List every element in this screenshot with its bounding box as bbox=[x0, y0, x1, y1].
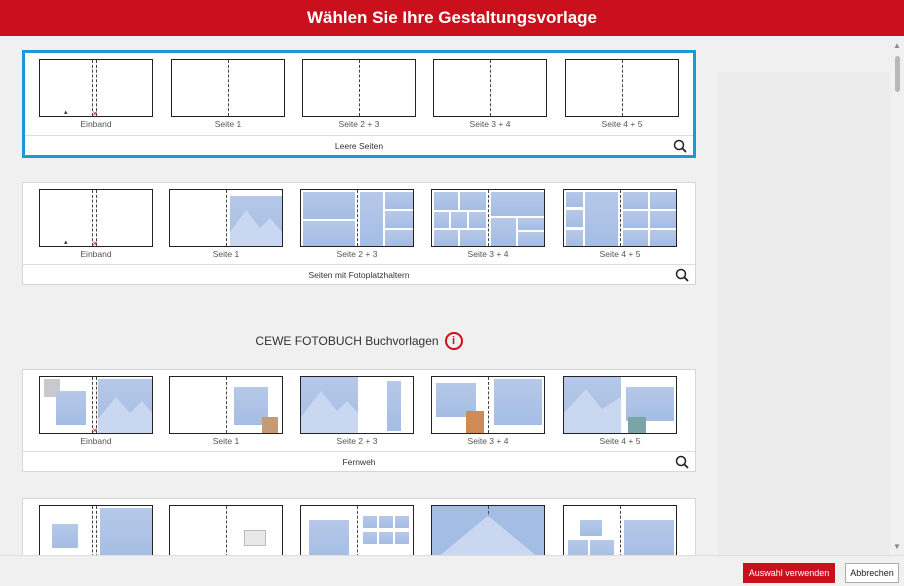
thumb-seite-2-3: Seite 2 + 3 bbox=[300, 376, 414, 446]
page-label: Seite 3 + 4 bbox=[469, 119, 511, 129]
page-label: Seite 1 bbox=[212, 249, 240, 259]
thumb-seite-4-5: Seite 4 + 5 bbox=[563, 376, 677, 446]
scroll-up-icon[interactable]: ▲ bbox=[890, 40, 904, 52]
thumb-seite-3-4: Seite 3 + 4 bbox=[431, 376, 545, 446]
scroll-down-icon[interactable]: ▼ bbox=[890, 541, 904, 553]
thumb-einband: ✕ Einband bbox=[39, 376, 153, 446]
section-title: CEWE FOTOBUCH Buchvorlagen bbox=[255, 334, 439, 348]
thumb-seite-4-5: Seite 4 + 5 bbox=[563, 189, 677, 259]
dialog-footer: Auswahl verwenden Abbrechen bbox=[0, 555, 904, 586]
side-panel bbox=[718, 72, 890, 555]
page-label: Seite 2 + 3 bbox=[336, 436, 378, 446]
section-heading: CEWE FOTOBUCH Buchvorlagen i bbox=[0, 332, 718, 350]
template-name: Leere Seiten bbox=[334, 140, 384, 151]
cancel-button[interactable]: Abbrechen bbox=[845, 563, 899, 583]
magnifier-icon[interactable] bbox=[675, 455, 689, 469]
thumb-seite-3-4: Seite 3 + 4 bbox=[431, 189, 545, 259]
page-label: Einband bbox=[80, 249, 112, 259]
template-name: Seiten mit Fotoplatzhaltern bbox=[308, 269, 410, 280]
page-label: Seite 3 + 4 bbox=[467, 249, 509, 259]
page-label: Seite 1 bbox=[212, 436, 240, 446]
info-icon[interactable]: i bbox=[444, 332, 463, 350]
thumb-seite-3-4 bbox=[431, 505, 545, 555]
template-card-fernweh[interactable]: ✕ Einband Seite 1 Seite 2 + 3 Seite 3 + … bbox=[22, 369, 696, 472]
scroll-thumb[interactable] bbox=[895, 56, 900, 92]
dialog-title: Wählen Sie Ihre Gestaltungsvorlage bbox=[0, 0, 904, 36]
page-label: Seite 2 + 3 bbox=[338, 119, 380, 129]
magnifier-icon[interactable] bbox=[673, 139, 687, 153]
template-card-fotoplatzhalter[interactable]: ▴ ✕ Einband Seite 1 Seite 2 + 3 Seite 3 … bbox=[22, 182, 696, 285]
thumb-einband bbox=[39, 505, 153, 555]
use-selection-button[interactable]: Auswahl verwenden bbox=[743, 563, 835, 583]
vertical-scrollbar[interactable]: ▲ ▼ bbox=[890, 36, 904, 555]
thumb-seite-2-3: Seite 2 + 3 bbox=[300, 189, 414, 259]
page-label: Seite 4 + 5 bbox=[599, 249, 641, 259]
template-name: Fernweh bbox=[342, 456, 376, 467]
thumb-seite-1: Seite 1 bbox=[169, 189, 283, 259]
thumb-seite-3-4: Seite 3 + 4 bbox=[433, 59, 547, 129]
page-label: Seite 4 + 5 bbox=[599, 436, 641, 446]
template-card-leere-seiten[interactable]: ▴ ✕ Einband Seite 1 Seite 2 + 3 Seite 3 … bbox=[22, 50, 696, 158]
template-card-partial[interactable] bbox=[22, 498, 696, 555]
thumb-seite-4-5 bbox=[563, 505, 677, 555]
page-label: Seite 4 + 5 bbox=[601, 119, 643, 129]
page-label: Seite 1 bbox=[214, 119, 242, 129]
thumb-seite-4-5: Seite 4 + 5 bbox=[565, 59, 679, 129]
page-label: Einband bbox=[80, 436, 112, 446]
thumb-seite-2-3: Seite 2 + 3 bbox=[302, 59, 416, 129]
thumb-seite-1: Seite 1 bbox=[171, 59, 285, 129]
thumb-einband: ▴ ✕ Einband bbox=[39, 189, 153, 259]
page-label: Seite 3 + 4 bbox=[467, 436, 509, 446]
template-list: ▴ ✕ Einband Seite 1 Seite 2 + 3 Seite 3 … bbox=[0, 36, 890, 555]
thumb-seite-1: Seite 1 bbox=[169, 376, 283, 446]
thumb-seite-1 bbox=[169, 505, 283, 555]
magnifier-icon[interactable] bbox=[675, 268, 689, 282]
thumb-seite-2-3 bbox=[300, 505, 414, 555]
page-label: Seite 2 + 3 bbox=[336, 249, 378, 259]
thumb-einband: ▴ ✕ Einband bbox=[39, 59, 153, 129]
page-label: Einband bbox=[80, 119, 112, 129]
